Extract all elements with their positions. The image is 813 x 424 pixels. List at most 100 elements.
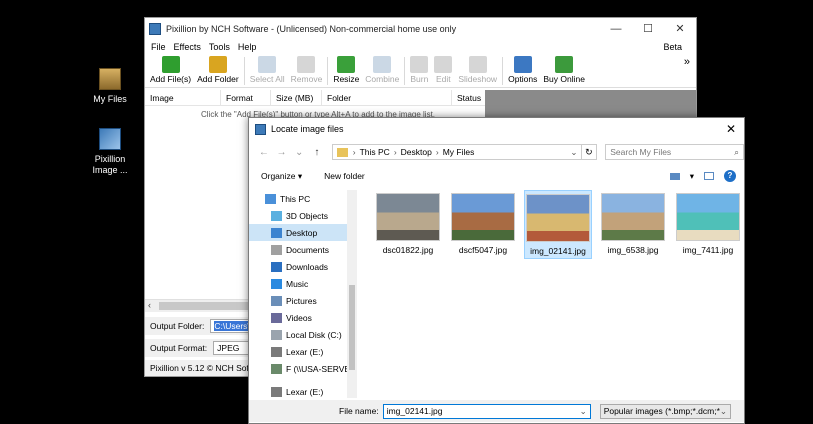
file-name-input[interactable]: img_02141.jpg ⌄	[382, 403, 591, 419]
column-size[interactable]: Size (MB)	[271, 90, 322, 105]
dialog-title: Locate image files	[271, 124, 344, 134]
recent-dropdown-button[interactable]: ⌄	[290, 147, 308, 158]
breadcrumb-this-pc[interactable]: This PC	[360, 147, 390, 157]
combine-button[interactable]: Combine	[362, 54, 402, 84]
file-item[interactable]: img_6538.jpg	[599, 193, 667, 255]
output-format-label: Output Format:	[150, 343, 208, 353]
file-name-label: img_7411.jpg	[682, 245, 734, 255]
image-thumbnail	[451, 193, 515, 241]
column-image[interactable]: Image	[145, 90, 221, 105]
nav-item-desktop[interactable]: Desktop	[249, 224, 357, 241]
file-item[interactable]: img_02141.jpg	[524, 190, 592, 259]
window-title: Pixillion by NCH Software - (Unlicensed)…	[166, 24, 457, 34]
chevron-down-icon[interactable]: ⌄	[720, 406, 727, 417]
address-row: ← → ⌄ ↑ › This PC › Desktop › My Files ⌄…	[249, 142, 744, 162]
column-status[interactable]: Status	[452, 90, 485, 105]
add-folder-button[interactable]: Add Folder	[194, 54, 242, 84]
navigation-scrollbar[interactable]	[347, 190, 357, 398]
dialog-title-bar[interactable]: Locate image files ✕	[249, 118, 744, 140]
add-file-s-button[interactable]: Add File(s)	[147, 54, 194, 84]
nav-item-3d-objects[interactable]: 3D Objects	[249, 207, 357, 224]
image-thumbnail	[376, 193, 440, 241]
options-button[interactable]: Options	[505, 54, 540, 84]
slideshow-button[interactable]: Slideshow	[455, 54, 500, 84]
nav-item-music[interactable]: Music	[249, 275, 357, 292]
preview-pane-icon[interactable]	[704, 172, 714, 180]
image-thumbnail	[601, 193, 665, 241]
breadcrumb-desktop[interactable]: Desktop	[401, 147, 432, 157]
remove-button[interactable]: Remove	[288, 54, 326, 84]
app-icon	[255, 123, 266, 135]
burn-button[interactable]: Burn	[407, 54, 431, 84]
locate-files-dialog: Locate image files ✕ ← → ⌄ ↑ › This PC ›…	[248, 117, 745, 424]
file-list: dsc01822.jpg dscf5047.jpg img_02141.jpg img…	[369, 190, 744, 400]
column-folder[interactable]: Folder	[322, 90, 452, 105]
forward-button[interactable]: →	[273, 147, 291, 158]
select-all-icon	[258, 56, 277, 73]
nav-item-this-pc[interactable]: This PC	[249, 190, 357, 207]
toolbar-separator	[502, 57, 504, 85]
file-item[interactable]: dsc01822.jpg	[374, 193, 442, 255]
more-tools-button[interactable]: »	[681, 54, 696, 68]
up-button[interactable]: ↑	[308, 147, 326, 158]
refresh-button[interactable]: ↻	[581, 144, 598, 160]
search-input[interactable]: Search My Files ⌕	[605, 144, 744, 160]
beta-label: Beta	[663, 42, 682, 52]
select-all-button[interactable]: Select All	[247, 54, 288, 84]
pc-icon	[265, 193, 276, 204]
minimize-button[interactable]: —	[600, 18, 632, 40]
buy-online-icon	[555, 56, 574, 73]
file-item[interactable]: dscf5047.jpg	[449, 193, 517, 255]
new-folder-button[interactable]: New folder	[324, 171, 365, 181]
music-icon	[271, 278, 282, 289]
nav-item-lexar-e[interactable]: Lexar (E:)	[249, 343, 357, 360]
navigation-pane: This PC 3D Objects Desktop Documents Downloa…	[249, 190, 357, 398]
file-type-select[interactable]: Popular images (*.bmp;*.dcm;* ⌄	[599, 403, 731, 419]
organize-button[interactable]: Organize ▾	[261, 171, 302, 182]
view-menu-button[interactable]: ▾	[690, 171, 694, 182]
drive-icon	[271, 346, 282, 357]
file-item[interactable]: img_7411.jpg	[674, 193, 742, 255]
close-button[interactable]: ✕	[664, 18, 696, 40]
documents-icon	[271, 244, 282, 255]
scroll-thumb[interactable]	[349, 285, 355, 370]
nav-item-lexar-e[interactable]: Lexar (E:)	[249, 383, 357, 398]
dialog-close-button[interactable]: ✕	[718, 122, 744, 136]
menu-tools[interactable]: Tools	[209, 42, 230, 52]
add-file-s-icon	[161, 56, 180, 73]
desktop-icon-my-files[interactable]: My Files	[87, 68, 133, 105]
column-format[interactable]: Format	[221, 90, 271, 105]
back-button[interactable]: ←	[255, 147, 273, 158]
chevron-down-icon[interactable]: ⌄	[570, 147, 577, 158]
nav-item-videos[interactable]: Videos	[249, 309, 357, 326]
pictures-icon	[271, 295, 282, 306]
view-icon[interactable]	[669, 172, 680, 180]
netdrive-icon	[271, 363, 282, 374]
nav-item-local-disk-c[interactable]: Local Disk (C:)	[249, 326, 357, 343]
chevron-down-icon[interactable]: ⌄	[580, 406, 587, 417]
scroll-left-icon[interactable]: ‹	[148, 300, 151, 310]
nav-item-f-usa-server[interactable]: F (\\USA-SERVER	[249, 360, 357, 377]
options-icon	[513, 56, 532, 73]
drive-icon	[271, 386, 282, 397]
address-bar[interactable]: › This PC › Desktop › My Files ⌄	[331, 144, 582, 160]
file-name-label: img_02141.jpg	[530, 246, 586, 256]
resize-button[interactable]: Resize	[330, 54, 362, 84]
help-icon[interactable]: ?	[724, 170, 736, 182]
file-name-label: dsc01822.jpg	[382, 245, 434, 255]
breadcrumb-my-files[interactable]: My Files	[443, 147, 475, 157]
title-bar[interactable]: Pixillion by NCH Software - (Unlicensed)…	[145, 18, 696, 40]
buy-online-button[interactable]: Buy Online	[540, 54, 588, 84]
file-name-row: File name: img_02141.jpg ⌄ Popular image…	[249, 400, 744, 422]
nav-item-downloads[interactable]: Downloads	[249, 258, 357, 275]
menu-file[interactable]: File	[151, 42, 166, 52]
desktop-icon-pixillion[interactable]: Pixillion Image ...	[87, 128, 133, 176]
menu-help[interactable]: Help	[238, 42, 257, 52]
menu-effects[interactable]: Effects	[174, 42, 201, 52]
menu-bar: File Effects Tools Help Beta	[145, 40, 696, 54]
add-folder-icon	[208, 56, 227, 73]
nav-item-pictures[interactable]: Pictures	[249, 292, 357, 309]
maximize-button[interactable]: ☐	[632, 18, 664, 40]
edit-button[interactable]: Edit	[431, 54, 455, 84]
nav-item-documents[interactable]: Documents	[249, 241, 357, 258]
